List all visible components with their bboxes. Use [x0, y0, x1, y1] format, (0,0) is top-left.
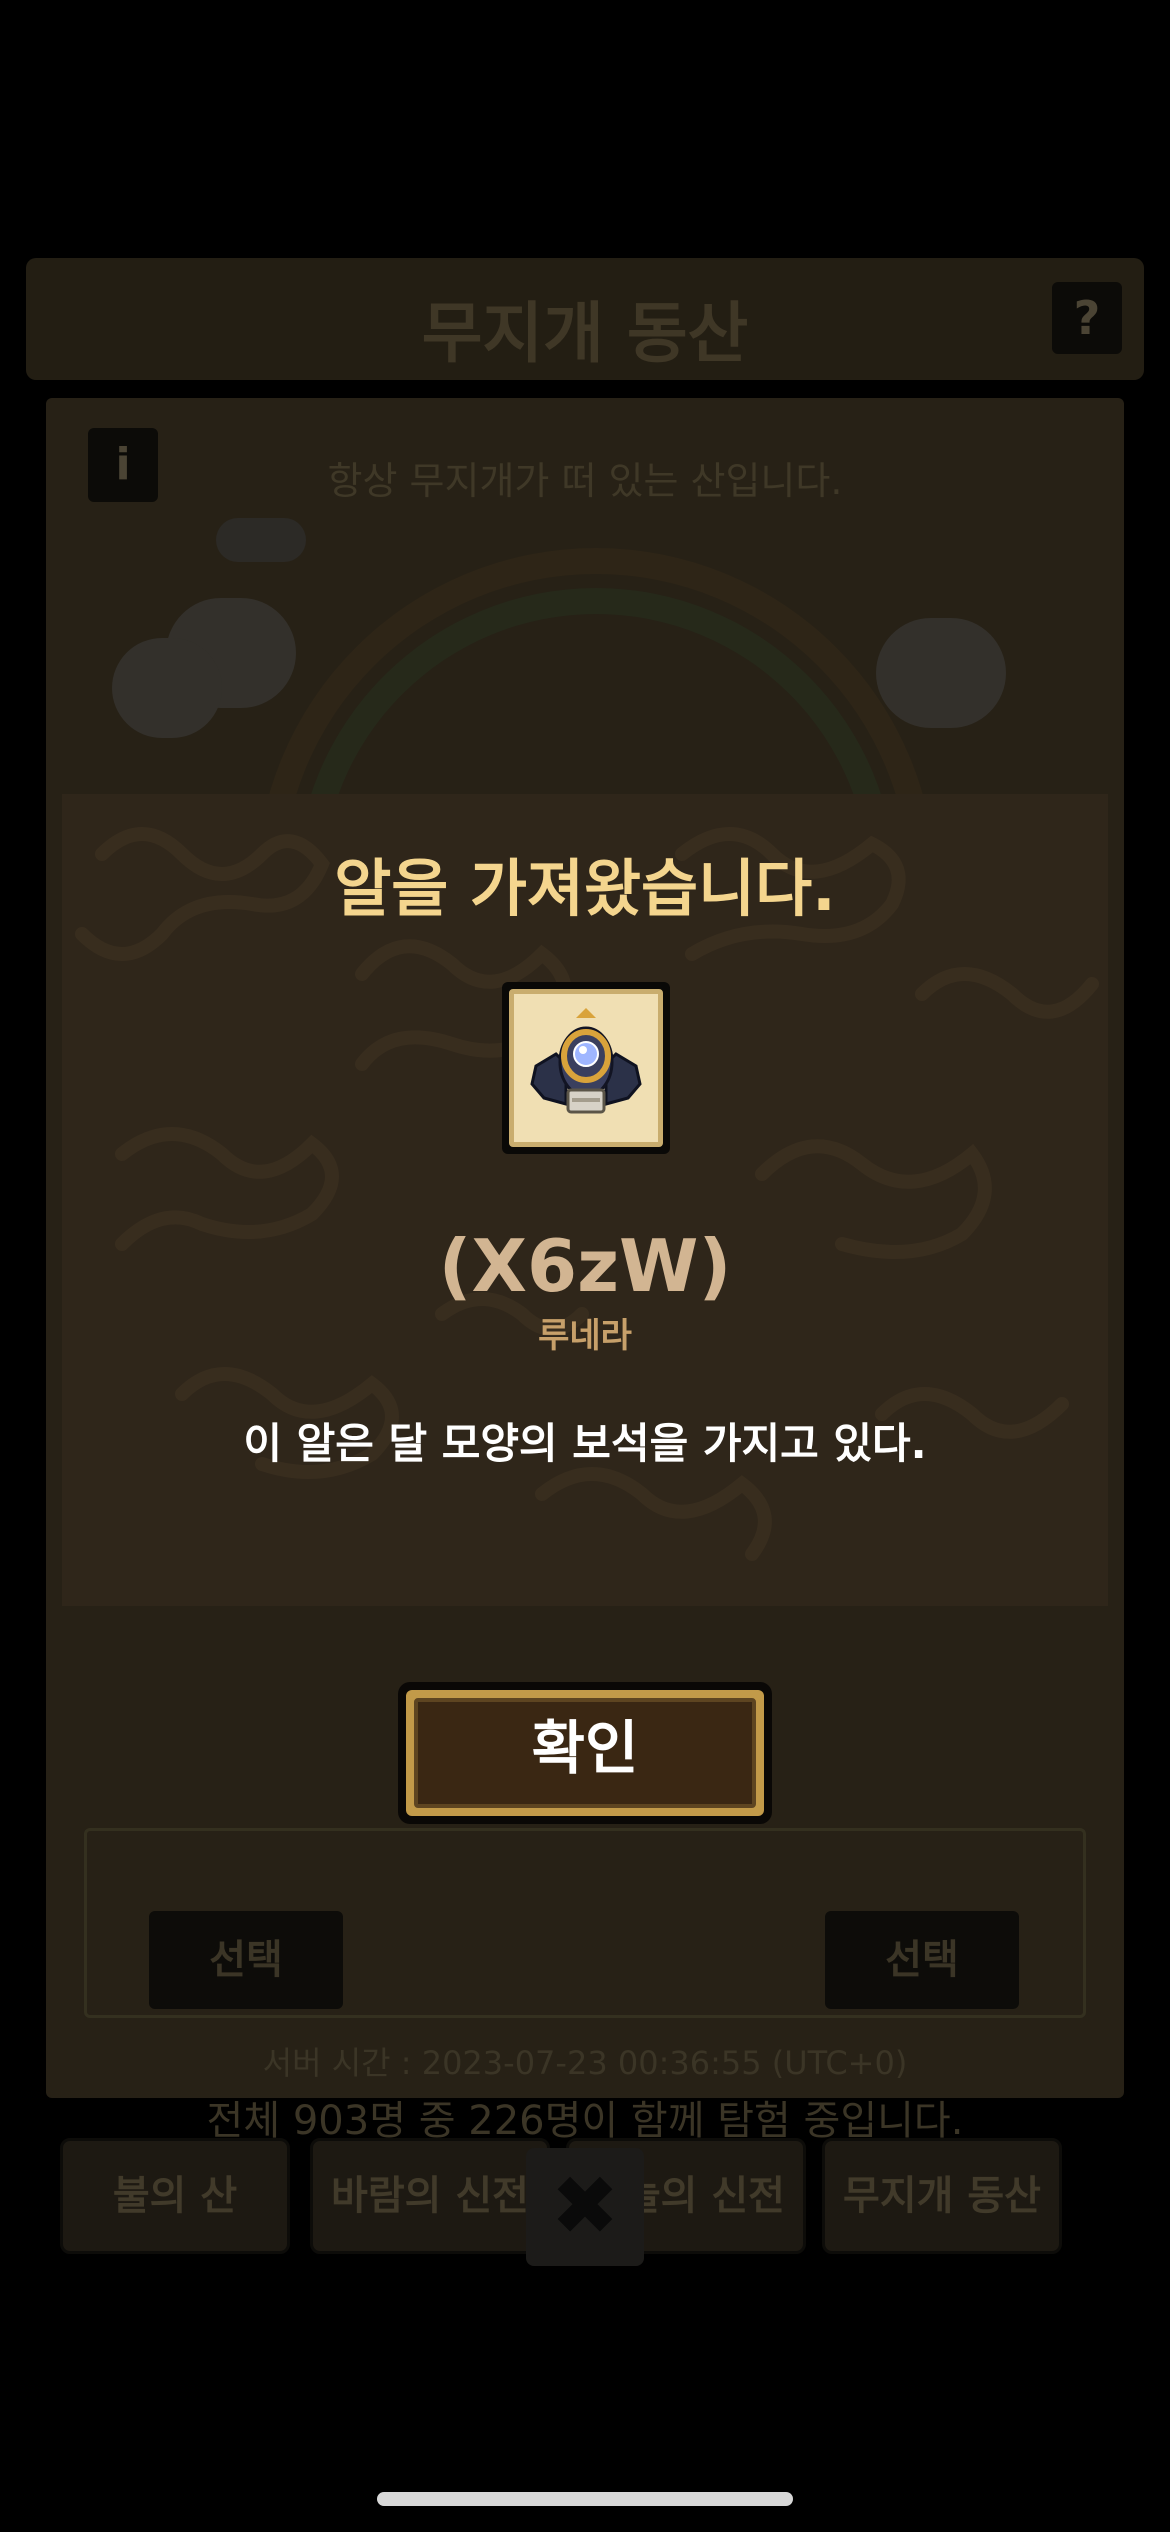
close-button[interactable]: ✖	[526, 2148, 644, 2266]
cloud-left-illustration-2	[112, 638, 222, 738]
tab-wind-temple[interactable]: 바람의 신전	[310, 2138, 550, 2254]
egg-slot-row: 선택 선택	[84, 1828, 1086, 2018]
cloud-small-illustration	[216, 518, 306, 562]
tab-fire-mountain[interactable]: 불의 산	[60, 2138, 290, 2254]
help-button[interactable]: ?	[1052, 282, 1122, 354]
cloud-right-illustration	[876, 618, 1006, 728]
egg-card	[502, 982, 670, 1154]
confirm-button[interactable]: 확인	[398, 1682, 772, 1824]
home-indicator[interactable]	[377, 2492, 793, 2506]
server-time: 서버 시간 : 2023-07-23 00:36:55 (UTC+0)	[262, 2044, 908, 2082]
confirm-button-label: 확인	[414, 1698, 756, 1808]
egg-acquired-modal: 알을 가져왔습니다. (X6zW) 루네라 이 알은 달 모양의 보석을 가지고…	[62, 794, 1108, 1606]
select-button-right[interactable]: 선택	[825, 1911, 1019, 2009]
egg-description: 이 알은 달 모양의 보석을 가지고 있다.	[243, 1419, 927, 1468]
egg-name: (X6zW)	[438, 1224, 732, 1308]
panel-header: 무지개 동산 ?	[26, 258, 1144, 380]
area-description: 항상 무지개가 떠 있는 산입니다.	[327, 459, 843, 503]
select-button-left[interactable]: 선택	[149, 1911, 343, 2009]
moon-gem-egg-icon	[530, 1008, 642, 1114]
egg-card-parchment	[509, 989, 663, 1147]
confirm-button-frame: 확인	[406, 1690, 764, 1816]
modal-title: 알을 가져왔습니다.	[334, 852, 836, 925]
page-title: 무지개 동산	[421, 295, 749, 372]
tab-rainbow-hill[interactable]: 무지개 동산	[822, 2138, 1062, 2254]
egg-species: 루네라	[538, 1316, 632, 1356]
